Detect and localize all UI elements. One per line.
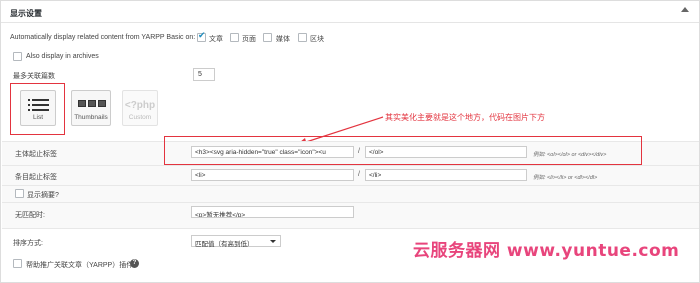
max-count-label: 最多关联篇数	[13, 73, 55, 80]
slash-separator: /	[358, 171, 360, 178]
checkbox-promote[interactable]	[13, 259, 22, 268]
order-label: 排序方式:	[13, 240, 43, 247]
item-wrapper-label: 条目起止标签	[15, 174, 57, 181]
no-results-label: 无匹配时:	[15, 212, 45, 219]
checkbox-post-label: 文章	[209, 36, 223, 43]
checkbox-page-label: 页面	[242, 36, 256, 43]
no-results-input[interactable]: <p>暂无推荐</p>	[191, 206, 354, 218]
checkbox-archives[interactable]	[13, 52, 22, 61]
panel-title: 显示设置	[10, 9, 42, 18]
related-wrapper-label: 主体起止标签	[15, 151, 57, 158]
panel-header[interactable]: 显示设置	[1, 1, 699, 23]
php-icon: <?php	[124, 100, 156, 111]
template-custom-button[interactable]: <?php Custom	[122, 90, 158, 126]
related-wrapper-hint: 例如: <ol></ol> or <div></div>	[533, 152, 607, 158]
show-excerpt-label: 显示摘要?	[27, 192, 59, 199]
watermark-text: 云服务器网 www.yuntue.com	[413, 241, 680, 261]
item-before-input[interactable]: <li>	[191, 169, 354, 181]
template-list-button[interactable]: List	[20, 90, 56, 126]
slash-separator: /	[358, 148, 360, 155]
checkbox-media-label: 媒体	[276, 36, 290, 43]
template-list-label: List	[32, 114, 44, 121]
promote-label: 帮助推广关联文章（YARPP）插件?	[26, 262, 138, 269]
divider	[2, 202, 699, 203]
annotation-text: 其实美化主要就是这个地方，代码在图片下方	[385, 113, 545, 122]
divider	[2, 165, 699, 166]
item-after-input[interactable]: </li>	[365, 169, 527, 181]
checkbox-page[interactable]	[230, 33, 239, 42]
checkbox-media[interactable]	[263, 33, 272, 42]
archives-label: Also display in archives	[26, 53, 99, 60]
display-settings-panel: 显示设置 Automatically display related conte…	[0, 0, 700, 283]
template-thumbnails-button[interactable]: Thumbnails	[71, 90, 111, 126]
related-after-input[interactable]: </ol>	[365, 146, 527, 158]
order-select[interactable]: 匹配值（有高到低）	[191, 235, 281, 248]
divider	[2, 185, 699, 186]
checkbox-post[interactable]	[197, 31, 206, 42]
checkbox-show-excerpt[interactable]	[15, 189, 24, 198]
related-before-input[interactable]: <h3><svg aria-hidden="true" class="icon"…	[191, 146, 354, 158]
item-wrapper-hint: 例如: <li></li> or <dl></dl>	[533, 175, 598, 181]
checkbox-block-label: 区块	[310, 36, 324, 43]
checkbox-block[interactable]	[298, 33, 307, 42]
collapse-toggle-icon[interactable]	[679, 7, 689, 17]
divider	[2, 228, 699, 229]
auto-display-label: Automatically display related content fr…	[10, 34, 196, 41]
help-icon[interactable]: ?	[130, 259, 139, 268]
template-custom-label: Custom	[128, 114, 152, 121]
template-thumbnails-label: Thumbnails	[74, 114, 108, 121]
max-count-input[interactable]: 5	[193, 68, 215, 81]
